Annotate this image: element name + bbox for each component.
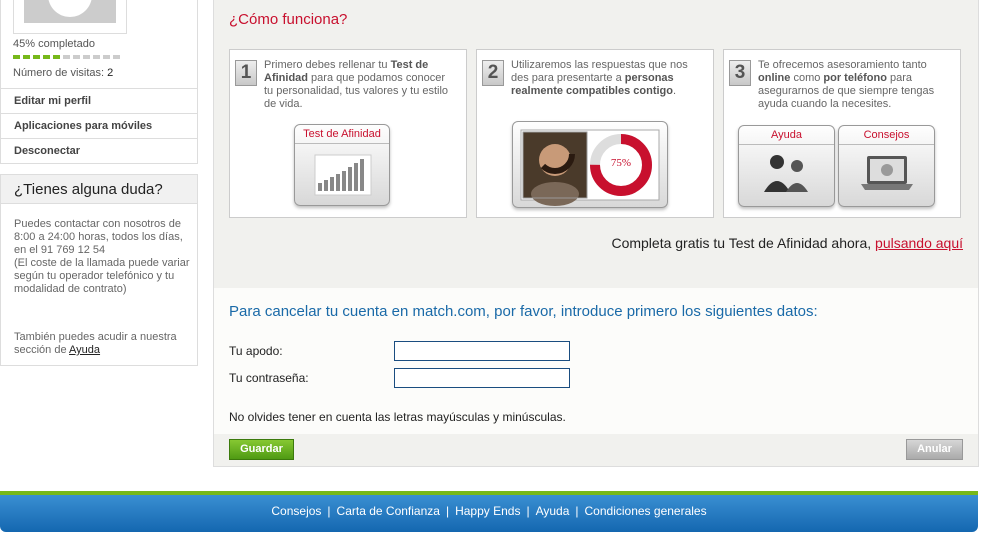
progress-segment: [113, 55, 120, 59]
footer-separator: |: [526, 504, 530, 518]
step-text: Utilizaremos las respuestas que nos des …: [511, 59, 688, 97]
step-3: 3 Te ofrecemos asesoramiento tanto onlin…: [723, 49, 961, 218]
footer-separator: |: [445, 504, 450, 518]
progress-segment: [33, 55, 40, 59]
avatar-placeholder-icon: [24, 0, 116, 23]
footer-separator: |: [575, 504, 579, 518]
profile-progress-text: 45% completado: [13, 38, 95, 50]
progress-segment: [63, 55, 70, 59]
password-label: Tu contraseña:: [229, 371, 309, 385]
progress-segment: [83, 55, 90, 59]
help-title: ¿Tienes alguna duda?: [1, 175, 197, 204]
step-text: Primero debes rellenar tu Test de Afinid…: [264, 59, 449, 110]
footer-link-2[interactable]: Happy Ends: [455, 504, 520, 518]
footer-links: Consejos | Carta de Confianza | Happy Ends | A…: [0, 504, 978, 518]
affinity-test-card: Test de Afinidad: [294, 124, 390, 206]
profile-box: 45% completado Número de visitas: 2: [0, 0, 198, 89]
compatibility-percent: 75%: [610, 157, 632, 169]
visits-count: 2: [107, 67, 114, 79]
footer: Consejos | Carta de Confianza | Happy Ends | A…: [0, 495, 978, 532]
compatibility-card: 75%: [512, 121, 668, 208]
progress-segment: [23, 55, 30, 59]
help-contact-text: Puedes contactar con nosotros de 8:00 a …: [14, 218, 190, 295]
help-card: Ayuda: [738, 125, 835, 207]
main-panel: ¿Cómo funciona? 1 Primero debes rellenar…: [213, 0, 979, 467]
nickname-label: Tu apodo:: [229, 344, 283, 358]
progress-segment: [103, 55, 110, 59]
progress-segment: [53, 55, 60, 59]
cta-link[interactable]: pulsando aquí: [875, 235, 963, 251]
advice-card: Consejos: [838, 125, 935, 207]
footer-separator: |: [327, 504, 331, 518]
footer-link-3[interactable]: Ayuda: [536, 504, 570, 518]
laptop-icon: [861, 156, 913, 190]
step-number: 2: [482, 60, 504, 86]
help-section-text: También puedes acudir a nuestra sección …: [14, 331, 190, 357]
footer-link-4[interactable]: Condiciones generales: [585, 504, 707, 518]
menu-edit-profile[interactable]: Editar mi perfil: [0, 89, 198, 114]
menu-mobile-apps[interactable]: Aplicaciones para móviles: [0, 114, 198, 139]
save-button[interactable]: Guardar: [229, 439, 294, 460]
support-people-icon: [764, 155, 808, 192]
progress-segment: [93, 55, 100, 59]
step-2: 2 Utilizaremos las respuestas que nos de…: [476, 49, 714, 218]
footer-link-1[interactable]: Carta de Confianza: [337, 504, 440, 518]
help-box: ¿Tienes alguna duda? Puedes contactar co…: [0, 174, 198, 366]
progress-segment: [43, 55, 50, 59]
visits-label: Número de visitas:: [13, 67, 105, 79]
help-link[interactable]: Ayuda: [69, 344, 100, 356]
step-1: 1 Primero debes rellenar tu Test de Afin…: [229, 49, 467, 218]
visits-counter: Número de visitas: 2: [13, 67, 113, 79]
step-number: 3: [729, 60, 751, 86]
avatar[interactable]: [13, 0, 127, 34]
footer-link-0[interactable]: Consejos: [271, 504, 321, 518]
menu-logout[interactable]: Desconectar: [0, 139, 198, 164]
cancel-title: Para cancelar tu cuenta en match.com, po…: [229, 303, 818, 320]
password-input[interactable]: [394, 368, 570, 388]
bar-chart-icon: [314, 154, 372, 196]
cta-text: Completa gratis tu Test de Afinidad ahor…: [611, 235, 963, 251]
step-number: 1: [235, 60, 257, 86]
cta-label: Completa gratis tu Test de Afinidad ahor…: [611, 235, 876, 251]
compatibility-icon: [520, 129, 660, 206]
progress-segment: [73, 55, 80, 59]
sidebar-menu: Editar mi perfil Aplicaciones para móvil…: [0, 89, 198, 164]
profile-progress-bar: [13, 55, 120, 59]
case-sensitive-note: No olvides tener en cuenta las letras ma…: [229, 410, 566, 424]
progress-segment: [13, 55, 20, 59]
how-it-works-title: ¿Cómo funciona?: [229, 11, 348, 28]
step-text: Te ofrecemos asesoramiento tanto online …: [758, 59, 935, 110]
cancel-button[interactable]: Anular: [906, 439, 963, 460]
nickname-input[interactable]: [394, 341, 570, 361]
cancel-form: Para cancelar tu cuenta en match.com, po…: [214, 288, 978, 434]
